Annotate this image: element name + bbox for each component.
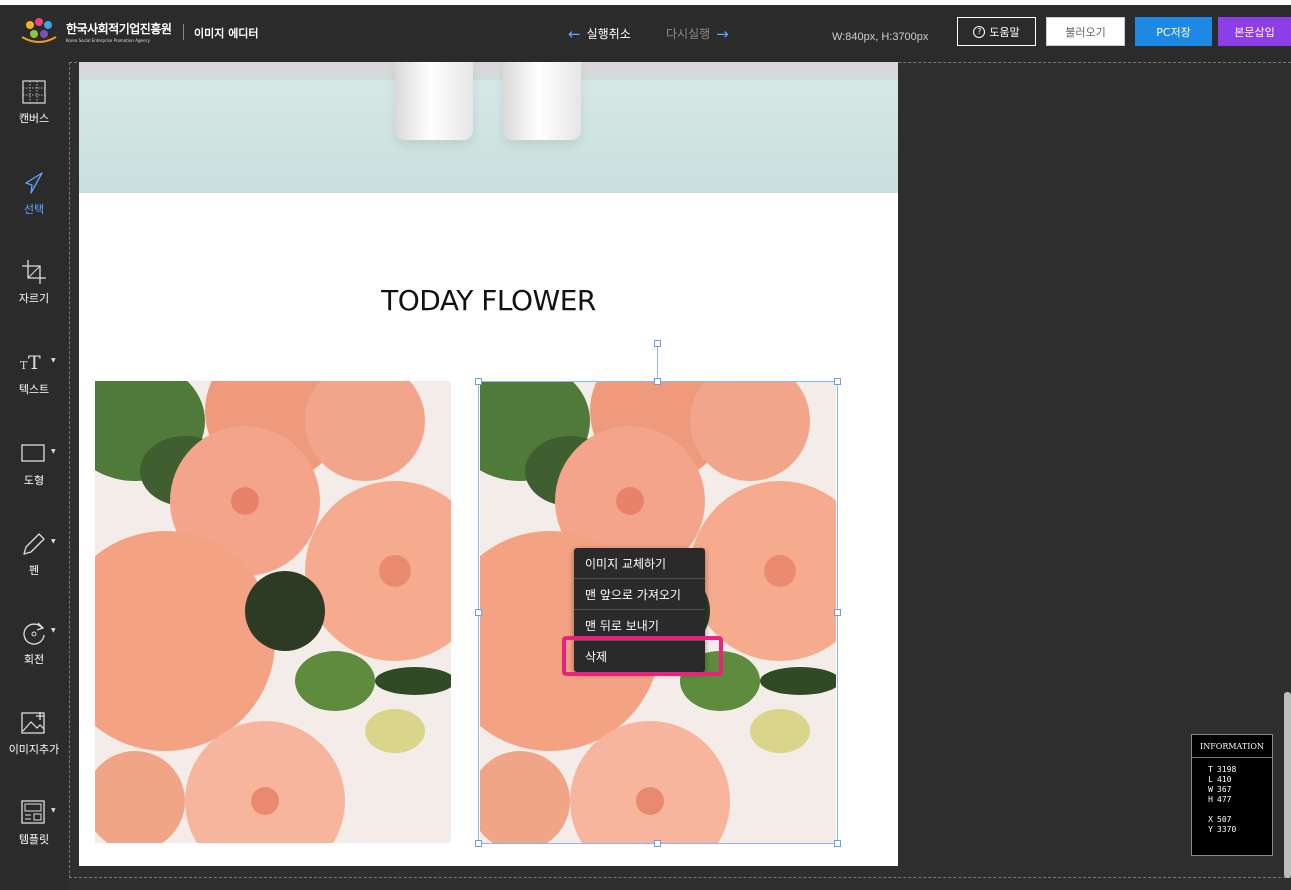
pen-icon bbox=[23, 533, 45, 555]
help-label: 도움말 bbox=[989, 25, 1020, 39]
add-image-icon bbox=[21, 712, 45, 734]
tool-label: 펜 bbox=[28, 564, 40, 577]
resize-handle-e[interactable] bbox=[834, 609, 841, 616]
menu-bring-to-front[interactable]: 맨 앞으로 가져오기 bbox=[574, 579, 705, 610]
resize-handle-s[interactable] bbox=[654, 840, 661, 847]
insert-into-post-button[interactable]: 본문삽입 bbox=[1218, 17, 1291, 46]
resize-handle-se[interactable] bbox=[834, 840, 841, 847]
template-icon bbox=[21, 800, 45, 824]
redo-button[interactable]: 다시실행 → bbox=[666, 25, 729, 42]
resize-handle-n[interactable] bbox=[654, 378, 661, 385]
help-button[interactable]: ? 도움말 bbox=[957, 17, 1036, 46]
rotation-handle-line bbox=[657, 345, 658, 381]
tool-label: 선택 bbox=[23, 203, 45, 216]
editor-canvas[interactable]: TODAY FLOWER bbox=[79, 62, 898, 866]
chevron-down-icon: ▼ bbox=[51, 627, 56, 634]
kosea-logo-icon bbox=[21, 18, 57, 43]
tool-label: 이미지추가 bbox=[8, 743, 60, 756]
tool-label: 템플릿 bbox=[18, 833, 50, 846]
crop-icon bbox=[22, 260, 46, 284]
load-button[interactable]: 불러오기 bbox=[1046, 17, 1125, 46]
tool-label: 회전 bbox=[23, 653, 45, 666]
cursor-arrow-icon bbox=[25, 172, 43, 194]
info-height-value: 477 bbox=[1217, 795, 1232, 804]
text-icon: T T bbox=[20, 352, 41, 374]
arrow-right-icon: → bbox=[716, 24, 729, 43]
org-name: 한국사회적기업진흥원 Korea Social Enterprise Promo… bbox=[66, 20, 172, 43]
tool-shape[interactable]: ▼ 도형 bbox=[0, 440, 68, 510]
tool-label: 캔버스 bbox=[18, 112, 50, 125]
info-width-value: 367 bbox=[1217, 785, 1232, 794]
org-name-kr: 한국사회적기업진흥원 bbox=[66, 22, 172, 36]
tool-select[interactable]: 선택 bbox=[0, 169, 68, 239]
canvas-size-readout: W:840px, H:3700px bbox=[832, 31, 929, 43]
menu-delete[interactable]: 삭제 bbox=[574, 641, 705, 672]
context-menu: 이미지 교체하기 맨 앞으로 가져오기 맨 뒤로 보내기 삭제 bbox=[574, 548, 705, 672]
flower-image-left[interactable] bbox=[95, 381, 451, 843]
arrow-left-icon: ← bbox=[568, 24, 581, 43]
chevron-down-icon: ▼ bbox=[51, 538, 56, 545]
redo-label: 다시실행 bbox=[666, 27, 711, 41]
top-strip bbox=[0, 0, 1291, 5]
rotate-icon bbox=[23, 622, 45, 645]
title-divider bbox=[183, 24, 184, 40]
resize-handle-w[interactable] bbox=[475, 609, 482, 616]
svg-text:T: T bbox=[20, 359, 28, 372]
tool-template[interactable]: ▼ 템플릿 bbox=[0, 799, 68, 869]
question-circle-icon: ? bbox=[973, 25, 986, 38]
information-title: INFORMATION bbox=[1192, 735, 1272, 758]
chevron-down-icon: ▼ bbox=[51, 357, 56, 364]
canvas-grid-icon bbox=[22, 80, 46, 104]
bottle-image bbox=[503, 62, 581, 140]
info-x-value: 507 bbox=[1217, 815, 1232, 824]
photo-wall bbox=[79, 62, 898, 80]
tool-canvas[interactable]: 캔버스 bbox=[0, 78, 68, 148]
undo-label: 실행취소 bbox=[586, 27, 631, 41]
tool-label: 텍스트 bbox=[18, 383, 50, 396]
tool-sidebar: 캔버스 선택 자르기 T T ▼ 텍스트 ▼ 도형 ▼ 펜 ▼ 회전 이미지추가… bbox=[0, 62, 68, 890]
bottle-image bbox=[395, 62, 473, 140]
resize-handle-nw[interactable] bbox=[475, 378, 482, 385]
tool-text[interactable]: T T ▼ 텍스트 bbox=[0, 349, 68, 419]
dahlia-photo bbox=[95, 381, 451, 843]
rotation-handle[interactable] bbox=[654, 340, 661, 347]
undo-button[interactable]: ← 실행취소 bbox=[568, 25, 631, 42]
rectangle-shape-icon bbox=[21, 444, 45, 462]
info-y-value: 3370 bbox=[1217, 825, 1237, 834]
tool-label: 도형 bbox=[23, 474, 45, 487]
tool-add-image[interactable]: 이미지추가 bbox=[0, 709, 68, 779]
info-top-value: 3198 bbox=[1217, 765, 1237, 774]
vertical-scrollbar[interactable] bbox=[1284, 692, 1291, 878]
chevron-down-icon: ▼ bbox=[51, 448, 56, 455]
top-bar: 한국사회적기업진흥원 Korea Social Enterprise Promo… bbox=[0, 0, 1291, 62]
tool-label: 자르기 bbox=[18, 292, 50, 305]
resize-handle-sw[interactable] bbox=[475, 840, 482, 847]
information-body: T 3198 L 410 W 367 H 477 X 507 Y 3370 bbox=[1208, 765, 1237, 834]
resize-handle-ne[interactable] bbox=[834, 378, 841, 385]
svg-text:T: T bbox=[28, 352, 41, 374]
tool-crop[interactable]: 자르기 bbox=[0, 258, 68, 328]
tool-pen[interactable]: ▼ 펜 bbox=[0, 530, 68, 600]
save-pc-button[interactable]: PC저장 bbox=[1135, 17, 1212, 46]
product-photo[interactable] bbox=[79, 62, 898, 193]
info-left-value: 410 bbox=[1217, 775, 1232, 784]
information-panel: INFORMATION T 3198 L 410 W 367 H 477 X 507 Y3… bbox=[1191, 734, 1273, 856]
canvas-heading[interactable]: TODAY FLOWER bbox=[79, 284, 898, 317]
chevron-down-icon: ▼ bbox=[51, 807, 56, 814]
menu-send-to-back[interactable]: 맨 뒤로 보내기 bbox=[574, 610, 705, 641]
app-title: 이미지 에디터 bbox=[194, 27, 259, 40]
org-name-en: Korea Social Enterprise Promotion Agency bbox=[66, 38, 151, 43]
menu-replace-image[interactable]: 이미지 교체하기 bbox=[574, 548, 705, 579]
tool-rotate[interactable]: ▼ 회전 bbox=[0, 619, 68, 689]
